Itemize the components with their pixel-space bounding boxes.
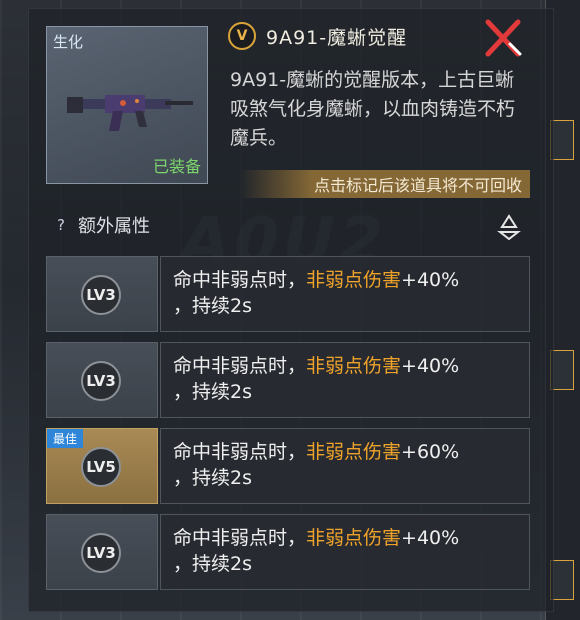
level-badge: LV3 xyxy=(81,275,121,315)
attribute-highlight: 非弱点伤害 xyxy=(306,269,402,291)
extra-attributes-title: 额外属性 xyxy=(78,216,150,237)
close-icon[interactable] xyxy=(480,16,526,60)
level-badge: LV3 xyxy=(81,361,121,401)
weapon-preview: 生化 已装备 xyxy=(46,26,208,184)
attribute-row[interactable]: LV3 命中非弱点时，非弱点伤害+40% ，持续2s xyxy=(46,514,530,590)
attribute-duration: ，持续2s xyxy=(173,553,252,575)
level-cell: LV3 xyxy=(46,256,158,332)
help-icon[interactable]: ? xyxy=(52,216,70,234)
attribute-text-cell: 命中非弱点时，非弱点伤害+40% ，持续2s xyxy=(160,256,530,332)
level-badge: LV3 xyxy=(81,533,121,573)
attribute-text: 命中非弱点时，非弱点伤害+60% ，持续2s xyxy=(173,439,523,491)
attribute-condition: 命中非弱点时， xyxy=(173,527,307,549)
extra-attributes-header: ? 额外属性 xyxy=(52,212,150,238)
attribute-text: 命中非弱点时，非弱点伤害+40% ，持续2s xyxy=(173,267,523,319)
attribute-condition: 命中非弱点时， xyxy=(173,355,307,377)
level-cell-best: 最佳 LV5 xyxy=(46,428,158,504)
attribute-duration: ，持续2s xyxy=(173,467,252,489)
attribute-highlight: 非弱点伤害 xyxy=(306,527,402,549)
attribute-value: +40% xyxy=(401,269,460,291)
attribute-highlight: 非弱点伤害 xyxy=(306,355,402,377)
attribute-duration: ，持续2s xyxy=(173,381,252,403)
weapon-description: 9A91-魔蜥的觉醒版本，上古巨蜥吸煞气化身魔蜥，以血肉铸造不朽魔兵。 xyxy=(230,69,516,149)
attribute-text: 命中非弱点时，非弱点伤害+40% ，持续2s xyxy=(173,525,523,577)
attribute-highlight: 非弱点伤害 xyxy=(306,441,402,463)
level-cell: LV3 xyxy=(46,342,158,418)
attribute-condition: 命中非弱点时， xyxy=(173,269,307,291)
attribute-duration: ，持续2s xyxy=(173,295,252,317)
attribute-row[interactable]: 最佳 LV5 命中非弱点时，非弱点伤害+60% ，持续2s xyxy=(46,428,530,504)
weapon-title: 9A91-魔蜥觉醒 xyxy=(266,26,408,49)
attribute-value: +60% xyxy=(401,441,460,463)
attribute-value: +40% xyxy=(401,527,460,549)
attribute-text-cell: 命中非弱点时，非弱点伤害+60% ，持续2s xyxy=(160,428,530,504)
recycle-warning: 点击标记后该道具将不可回收 xyxy=(240,170,530,198)
rank-v-icon: V xyxy=(228,22,256,50)
attribute-text-cell: 命中非弱点时，非弱点伤害+40% ，持续2s xyxy=(160,342,530,418)
weapon-category-tag: 生化 xyxy=(53,33,84,51)
recycle-icon[interactable] xyxy=(494,212,524,242)
attribute-text-cell: 命中非弱点时，非弱点伤害+40% ，持续2s xyxy=(160,514,530,590)
best-tag: 最佳 xyxy=(47,429,84,448)
attribute-condition: 命中非弱点时， xyxy=(173,441,307,463)
attribute-row[interactable]: LV3 命中非弱点时，非弱点伤害+40% ，持续2s xyxy=(46,256,530,332)
equipped-status: 已装备 xyxy=(152,157,201,176)
level-cell: LV3 xyxy=(46,514,158,590)
attribute-value: +40% xyxy=(401,355,460,377)
level-badge: LV5 xyxy=(81,447,121,487)
weapon-title-row: V 9A91-魔蜥觉醒 xyxy=(228,22,407,50)
attribute-row[interactable]: LV3 命中非弱点时，非弱点伤害+40% ，持续2s xyxy=(46,342,530,418)
attribute-text: 命中非弱点时，非弱点伤害+40% ，持续2s xyxy=(173,353,523,405)
rifle-icon xyxy=(67,95,193,131)
